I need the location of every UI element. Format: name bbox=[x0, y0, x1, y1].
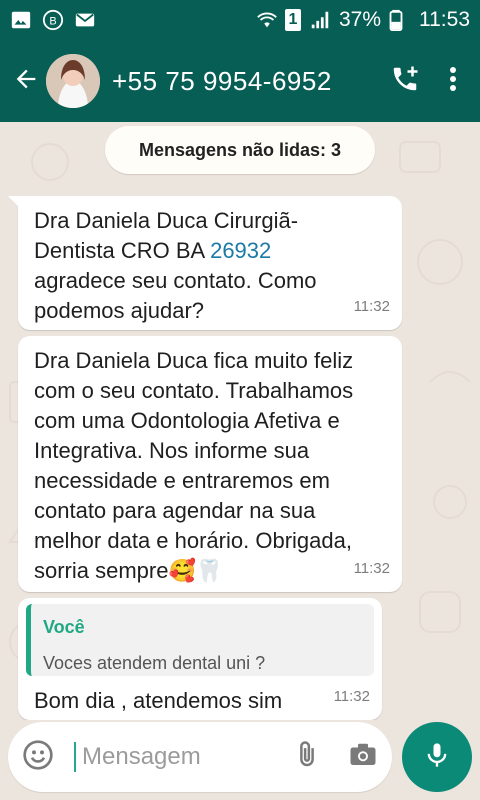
svg-text:B: B bbox=[49, 16, 56, 28]
camera-icon[interactable] bbox=[348, 740, 378, 775]
call-add-icon[interactable] bbox=[390, 64, 420, 99]
clock: 11:53 bbox=[419, 8, 470, 31]
message-time: 11:32 bbox=[333, 688, 370, 705]
b-app-icon: B bbox=[42, 9, 64, 31]
more-options-icon[interactable] bbox=[448, 64, 458, 99]
contact-avatar[interactable] bbox=[46, 54, 100, 108]
notification-icons: B bbox=[10, 9, 96, 31]
composer-actions bbox=[292, 740, 378, 775]
back-arrow-icon bbox=[12, 65, 40, 98]
message-time: 11:32 bbox=[353, 560, 390, 577]
quoted-text: Voces atendem dental uni ? bbox=[43, 653, 266, 673]
emoji: 🥰🦷 bbox=[168, 558, 224, 583]
contact-title[interactable]: +55 75 9954-6952 bbox=[112, 66, 332, 97]
chat-header: +55 75 9954-6952 bbox=[0, 40, 480, 122]
message-input-placeholder[interactable]: Mensagem bbox=[74, 742, 201, 772]
system-status: 1 37% 11:53 bbox=[255, 8, 470, 32]
message-input-container[interactable]: Mensagem bbox=[8, 722, 392, 792]
voice-message-button[interactable] bbox=[402, 722, 472, 792]
message-bubble-reply[interactable]: Você Voces atendem dental uni ? Bom dia … bbox=[18, 598, 382, 720]
signal-icon bbox=[309, 9, 331, 31]
message-composer: Mensagem bbox=[0, 720, 480, 800]
wifi-icon bbox=[255, 9, 277, 31]
unread-messages-banner: Mensagens não lidas: 3 bbox=[105, 126, 375, 174]
sim-badge: 1 bbox=[284, 9, 301, 31]
quoted-author: Você bbox=[43, 617, 85, 637]
message-bubble-incoming-1[interactable]: Dra Daniela Duca Cirurgiã- Dentista CRO … bbox=[8, 196, 402, 330]
status-bar: B 1 37% 11:53 bbox=[0, 0, 480, 40]
battery-percent: 37% bbox=[338, 8, 381, 31]
microphone-icon bbox=[423, 741, 451, 774]
gallery-icon bbox=[10, 9, 32, 31]
attach-icon[interactable] bbox=[292, 740, 322, 775]
phone-link[interactable]: 26932 bbox=[210, 238, 271, 263]
back-button[interactable] bbox=[6, 61, 46, 101]
emoji-icon[interactable] bbox=[22, 739, 54, 776]
mail-icon bbox=[74, 9, 96, 31]
message-time: 11:32 bbox=[353, 298, 390, 315]
quoted-message[interactable]: Você Voces atendem dental uni ? bbox=[26, 604, 374, 676]
message-text: Dra Daniela Duca fica muito feliz com o … bbox=[34, 348, 354, 583]
battery-icon bbox=[389, 9, 411, 31]
message-text: Dra Daniela Duca Cirurgiã- Dentista CRO … bbox=[34, 208, 317, 323]
message-text: Bom dia , atendemos sim bbox=[34, 688, 283, 713]
message-bubble-incoming-2[interactable]: Dra Daniela Duca fica muito feliz com o … bbox=[18, 336, 402, 592]
chat-header-actions bbox=[390, 64, 458, 99]
